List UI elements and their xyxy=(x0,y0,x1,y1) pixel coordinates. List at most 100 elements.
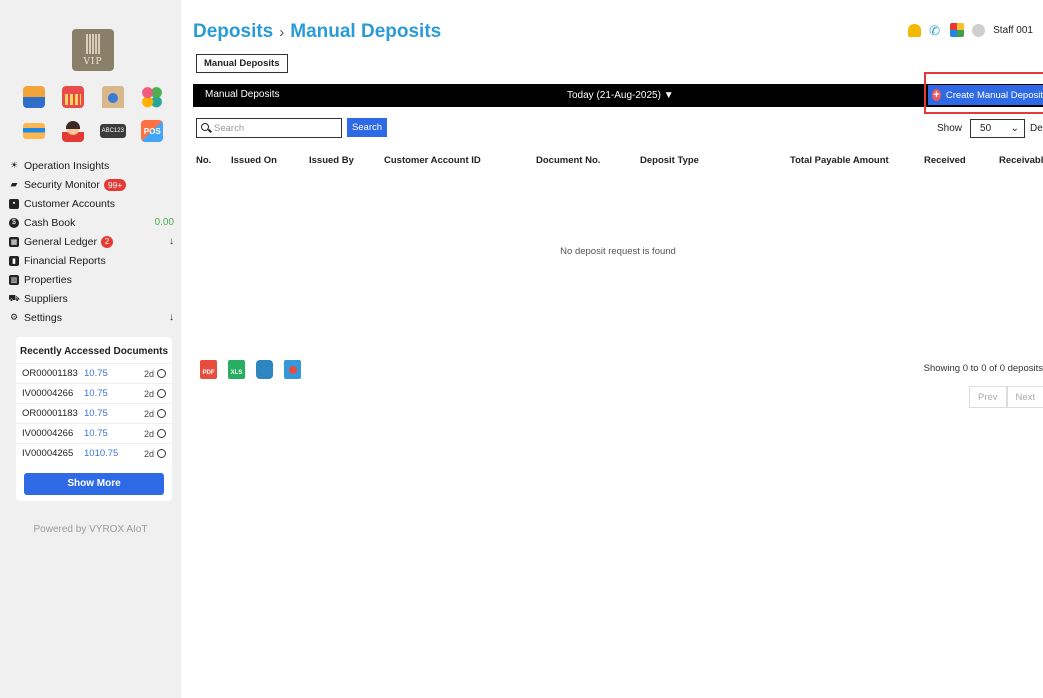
print-icon[interactable] xyxy=(256,360,273,379)
age-label: 2d xyxy=(143,448,154,459)
column-header-no[interactable]: No. xyxy=(196,155,211,166)
expand-arrow-icon[interactable]: ↓ xyxy=(169,312,174,323)
logo-text: VIP xyxy=(83,57,103,67)
export-toolbar: PDF XLS xyxy=(200,360,301,379)
sidebar-item-general-ledger[interactable]: ▦ General Ledger 2 ↓ xyxy=(9,232,174,251)
abc123-label: ABC123 xyxy=(101,128,124,134)
bank-icon[interactable] xyxy=(101,86,124,108)
empty-state-message: No deposit request is found xyxy=(560,246,676,257)
sidebar-item-properties[interactable]: ▥ Properties xyxy=(9,270,174,289)
prev-page-button[interactable]: Prev xyxy=(969,386,1007,408)
phone-icon[interactable]: ✆ xyxy=(929,24,942,37)
document-age: 2d xyxy=(144,409,166,419)
page-size-value: 50 xyxy=(980,123,992,134)
pagination-summary: Showing 0 to 0 of 0 deposits xyxy=(923,363,1043,374)
recent-documents-panel: Recently Accessed Documents OR00001183 1… xyxy=(16,337,172,501)
clock-icon xyxy=(157,429,166,438)
date-filter-dropdown[interactable]: Today (21-Aug-2025) ▼ xyxy=(567,90,674,101)
pdf-label: PDF xyxy=(202,370,215,376)
document-number: IV00004266 xyxy=(22,428,74,439)
sidebar-item-financial-reports[interactable]: ▮ Financial Reports xyxy=(9,251,174,270)
list-item[interactable]: IV00004266 10.75 2d xyxy=(16,423,172,443)
pos-icon[interactable]: POS xyxy=(141,120,164,142)
list-item[interactable]: IV00004265 1010.75 2d xyxy=(16,443,172,463)
column-header-issued-on[interactable]: Issued On xyxy=(231,155,277,166)
document-amount: 1010.75 xyxy=(84,448,119,459)
document-age: 2d xyxy=(144,389,166,399)
search-button[interactable]: Search xyxy=(347,118,387,137)
clock-icon xyxy=(157,389,166,398)
column-header-receivable[interactable]: Receivable xyxy=(999,155,1043,166)
sidebar-item-suppliers[interactable]: ⛟ Suppliers xyxy=(8,289,174,308)
clock-icon xyxy=(157,409,166,418)
list-item[interactable]: IV00004266 10.75 2d xyxy=(16,383,172,403)
list-item[interactable]: OR00001183 10.75 2d xyxy=(16,403,172,423)
badge-icon[interactable] xyxy=(22,86,45,108)
header-actions: ✆ Staff 001 xyxy=(908,23,1033,37)
document-age: 2d xyxy=(144,369,166,379)
user-name[interactable]: Staff 001 xyxy=(993,25,1033,36)
column-header-received[interactable]: Received xyxy=(924,155,966,166)
column-header-total-payable-amount[interactable]: Total Payable Amount xyxy=(790,155,889,166)
document-number: IV00004266 xyxy=(22,388,74,399)
sidebar-item-operation-insights[interactable]: ☀ Operation Insights xyxy=(9,156,174,175)
sidebar-item-label: Properties xyxy=(24,273,72,286)
document-amount: 10.75 xyxy=(84,388,108,399)
truck-icon: ⛟ xyxy=(8,292,20,303)
recent-documents-title: Recently Accessed Documents xyxy=(19,346,169,357)
sidebar-item-settings[interactable]: ⚙ Settings ↓ xyxy=(9,308,174,327)
pagination: Prev Next xyxy=(969,386,1043,408)
security-alert-badge: 99+ xyxy=(103,178,127,191)
show-more-button[interactable]: Show More xyxy=(24,473,164,495)
create-manual-deposit-button[interactable]: + Create Manual Deposit xyxy=(928,85,1043,105)
tab-manual-deposits[interactable]: Manual Deposits xyxy=(196,54,288,73)
deposits-toolbar: Manual Deposits Today (21-Aug-2025) ▼ xyxy=(193,84,1043,107)
column-header-customer-account-id[interactable]: Customer Account ID xyxy=(384,155,481,166)
document-number: IV00004265 xyxy=(22,448,74,459)
sidebar-item-label: Security Monitor xyxy=(24,178,100,191)
quick-access-grid: ABC123 POS xyxy=(14,86,172,142)
page-size-control: Show 50 ⌄ Deposits xyxy=(937,119,1043,138)
card-icon[interactable] xyxy=(22,123,45,139)
column-header-deposit-type[interactable]: Deposit Type xyxy=(640,155,699,166)
next-page-button[interactable]: Next xyxy=(1006,386,1043,408)
search-icon xyxy=(201,123,209,131)
column-header-document-no[interactable]: Document No. xyxy=(536,155,600,166)
breadcrumb-current: Manual Deposits xyxy=(290,21,442,42)
bell-icon[interactable] xyxy=(908,23,922,37)
sun-icon: ☀ xyxy=(9,160,19,170)
sidebar-item-cash-book[interactable]: $ Cash Book 0.00 xyxy=(9,213,174,232)
calendar-icon[interactable] xyxy=(62,86,85,108)
show-label: Show xyxy=(937,123,963,134)
other-export-icon[interactable] xyxy=(284,360,301,379)
dollar-icon: $ xyxy=(9,217,19,228)
vip-logo[interactable]: VIP xyxy=(72,29,114,71)
building-small-icon: ▥ xyxy=(9,274,19,285)
expand-arrow-icon[interactable]: ↓ xyxy=(169,236,174,247)
pdf-export-icon[interactable]: PDF xyxy=(200,360,217,379)
sidebar-item-security-monitor[interactable]: ▰ Security Monitor 99+ xyxy=(9,175,174,194)
breadcrumb-root[interactable]: Deposits xyxy=(193,21,273,42)
page-size-select[interactable]: 50 ⌄ xyxy=(970,119,1026,138)
apps-grid-icon[interactable] xyxy=(950,23,965,37)
sidebar-item-customer-accounts[interactable]: ▪ Customer Accounts xyxy=(9,194,174,213)
column-header-issued-by[interactable]: Issued By xyxy=(309,155,354,166)
page-size-suffix: Deposits xyxy=(1030,123,1043,134)
face-icon[interactable] xyxy=(62,120,85,142)
plus-icon: + xyxy=(932,89,941,101)
xls-export-icon[interactable]: XLS xyxy=(228,360,245,379)
building-icon xyxy=(86,34,100,54)
abc123-icon[interactable]: ABC123 xyxy=(99,124,126,138)
report-icon: ▮ xyxy=(9,255,19,266)
sidebar-item-label: Settings xyxy=(24,311,62,324)
clock-icon xyxy=(157,369,166,378)
search-input[interactable] xyxy=(196,118,342,138)
sidebar-item-label: Customer Accounts xyxy=(24,197,116,210)
list-item[interactable]: OR00001183 10.75 2d xyxy=(16,363,172,383)
powered-by: Powered by VYROX AIoT xyxy=(33,524,148,535)
apps-icon[interactable] xyxy=(141,86,164,108)
sidebar-item-label: Suppliers xyxy=(24,292,68,305)
table-header: No. Issued On Issued By Customer Account… xyxy=(193,155,1043,169)
sidebar-item-label: Cash Book xyxy=(24,216,76,229)
avatar[interactable] xyxy=(972,23,986,37)
